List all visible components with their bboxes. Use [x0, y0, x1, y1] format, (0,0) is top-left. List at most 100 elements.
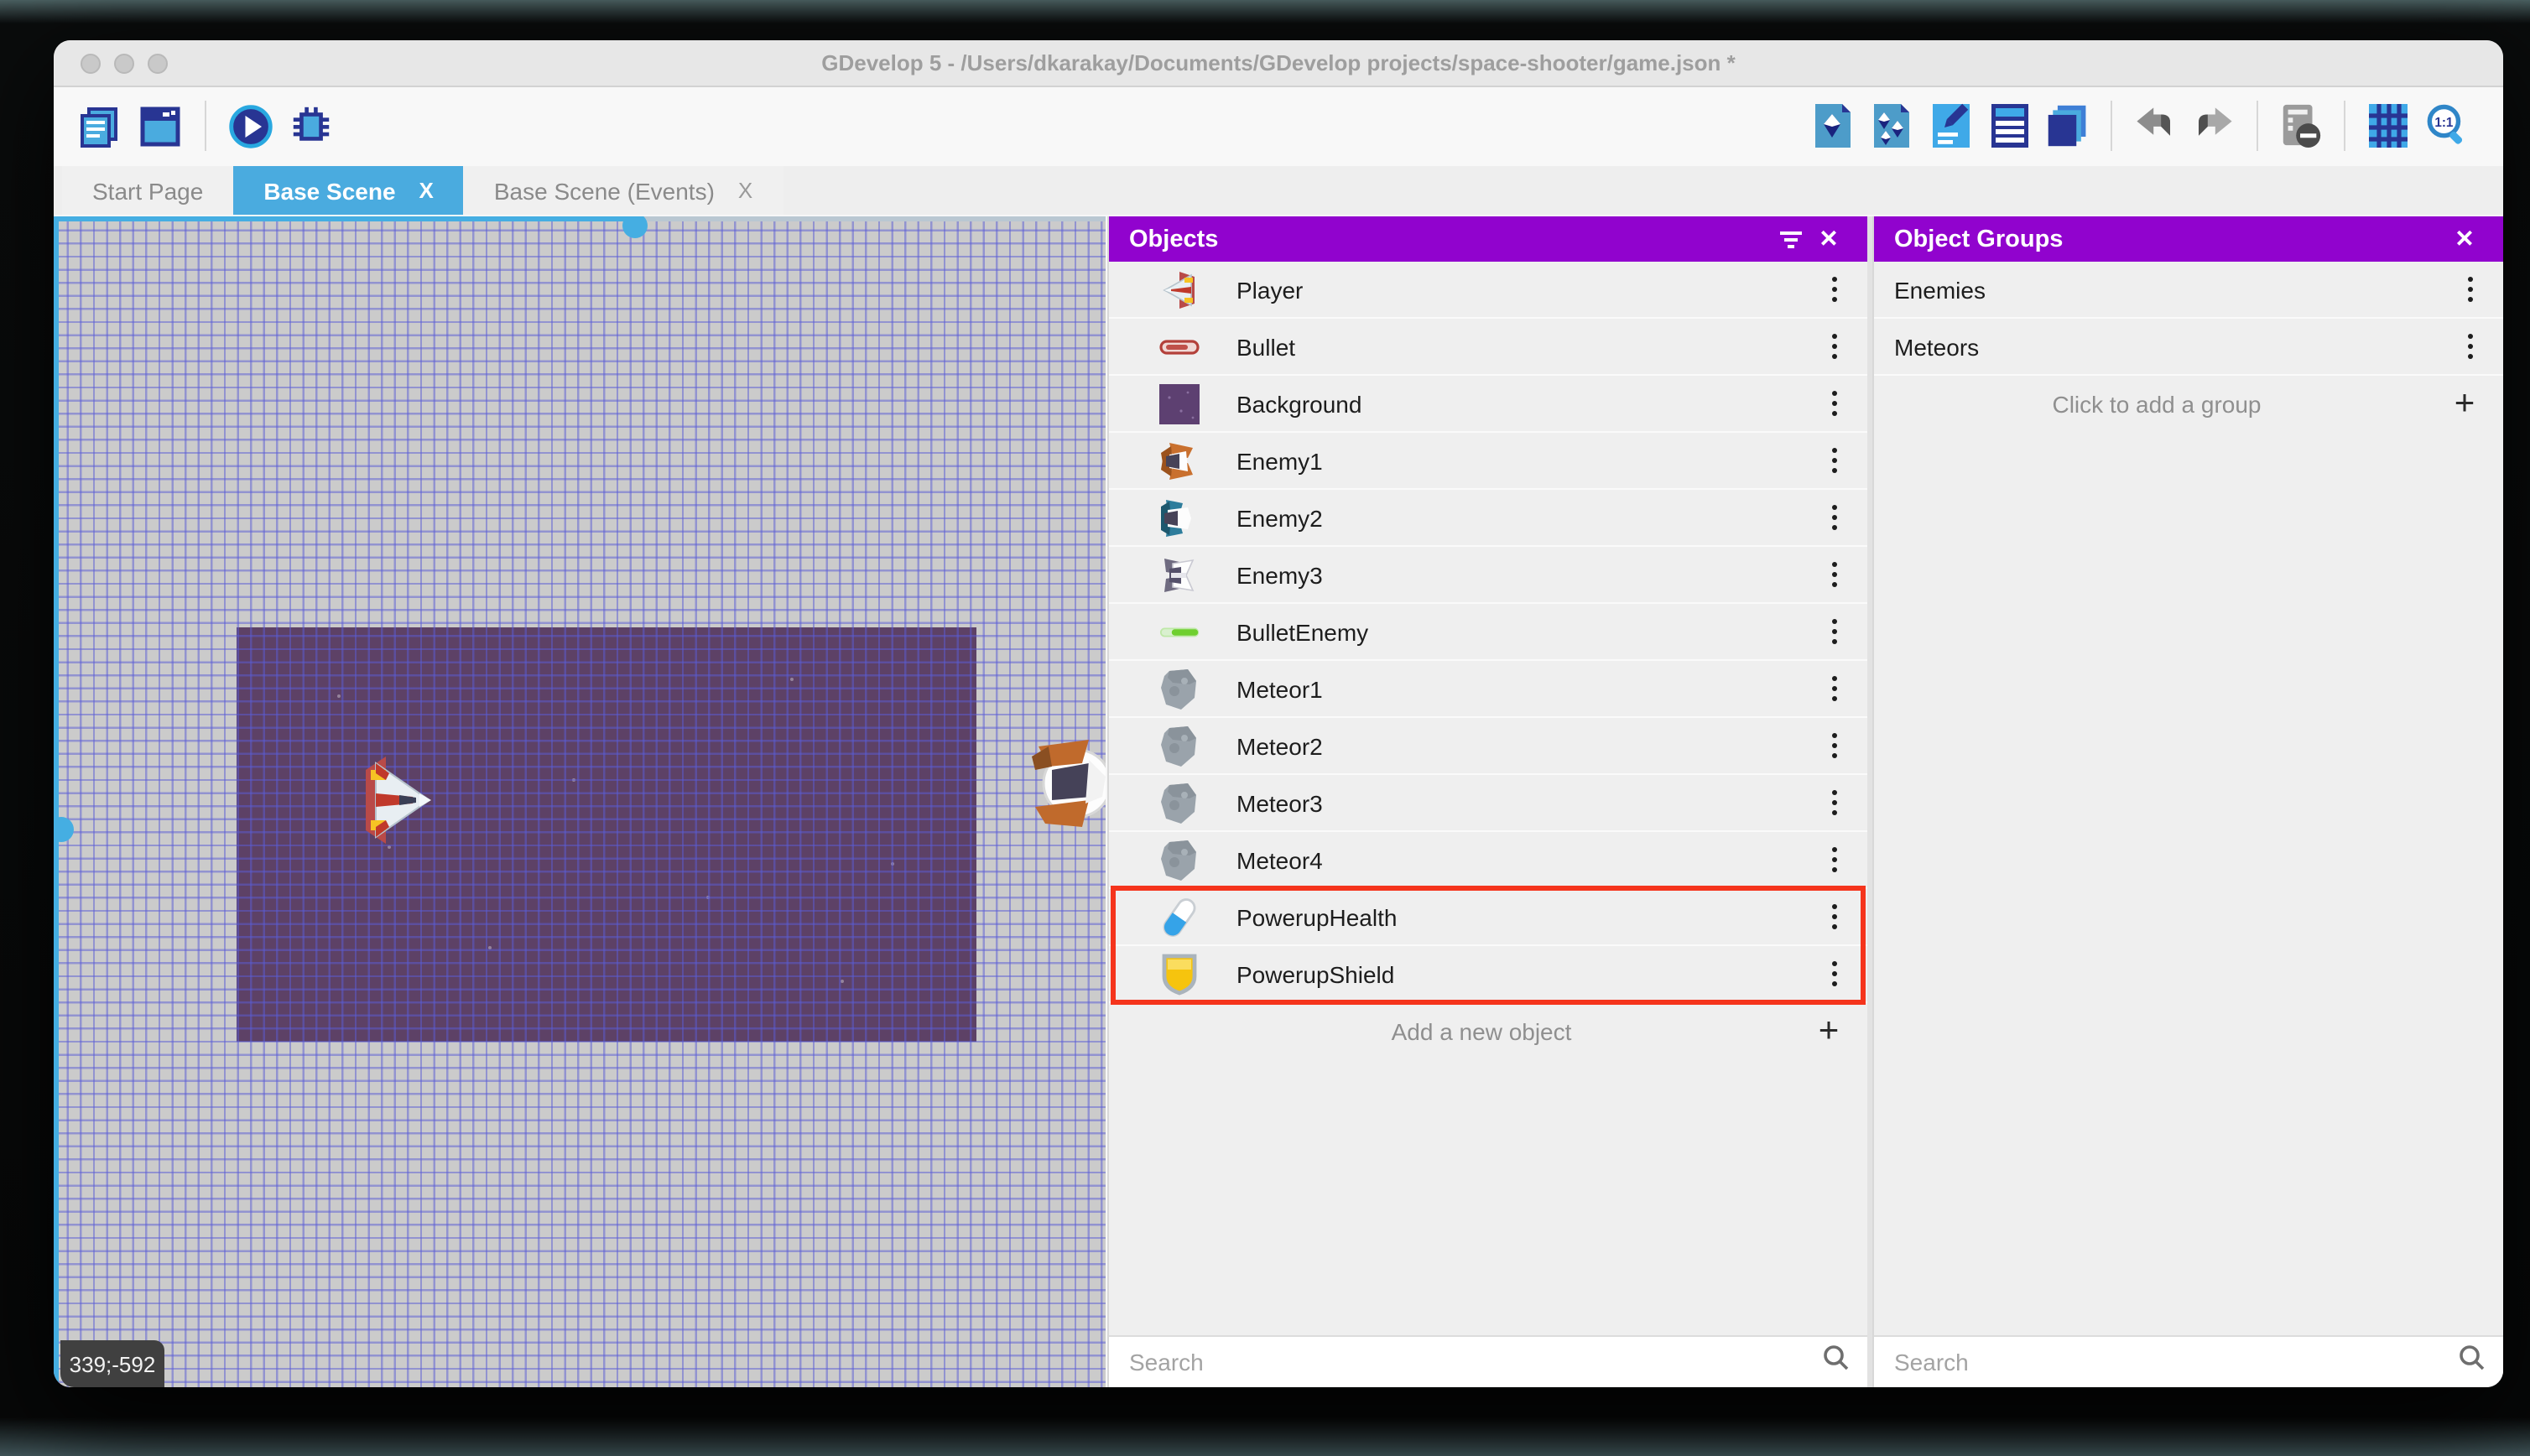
object-menu-icon[interactable] — [1825, 726, 1844, 765]
object-row-Background[interactable]: Background — [1109, 376, 1867, 433]
groups-searchbar — [1874, 1335, 2503, 1387]
toolbar-separator — [2344, 101, 2345, 151]
object-row-Meteor2[interactable]: Meteor2 — [1109, 718, 1867, 775]
cursor-coordinates-badge: 339;-592 — [60, 1340, 164, 1387]
meteor-icon — [1159, 781, 1200, 824]
object-row-Enemy2[interactable]: Enemy2 — [1109, 490, 1867, 547]
group-row-Enemies[interactable]: Enemies — [1874, 262, 2503, 319]
grid-icon[interactable] — [2366, 101, 2411, 151]
redo-icon[interactable] — [2191, 101, 2236, 151]
object-menu-icon[interactable] — [1825, 498, 1844, 537]
layers-icon[interactable] — [2045, 101, 2090, 151]
plus-icon: + — [2454, 384, 2475, 423]
object-menu-icon[interactable] — [1825, 555, 1844, 594]
add-group-button[interactable]: Click to add a group + — [1874, 376, 2503, 433]
desktop-backdrop: GDevelop 5 - /Users/dkarakay/Documents/G… — [0, 0, 2530, 1456]
tab-base-scene[interactable]: Base Scene X — [233, 166, 464, 215]
meteor-icon — [1159, 838, 1200, 881]
object-name: Enemy3 — [1236, 561, 1323, 588]
object-name: Bullet — [1236, 333, 1296, 360]
object-row-Enemy3[interactable]: Enemy3 — [1109, 547, 1867, 604]
project-manager-icon[interactable] — [77, 101, 122, 151]
object-menu-icon[interactable] — [1825, 327, 1844, 366]
object-row-Bullet[interactable]: Bullet — [1109, 319, 1867, 376]
undo-icon[interactable] — [2132, 101, 2178, 151]
add-object-button[interactable]: Add a new object + — [1109, 1003, 1867, 1060]
object-menu-icon[interactable] — [1825, 270, 1844, 309]
object-row-Player[interactable]: Player — [1109, 262, 1867, 319]
object-name: BulletEnemy — [1236, 618, 1369, 645]
objects-panel-title: Objects — [1129, 226, 1219, 252]
vscroll-knob[interactable] — [54, 817, 74, 842]
object-row-BulletEnemy[interactable]: BulletEnemy — [1109, 604, 1867, 661]
toolbar-separator — [205, 101, 206, 151]
debug-icon[interactable] — [289, 101, 334, 151]
object-name: Meteor3 — [1236, 789, 1323, 816]
close-tab-icon[interactable]: X — [738, 178, 752, 203]
title-bar: GDevelop 5 - /Users/dkarakay/Documents/G… — [54, 40, 2503, 87]
scene-canvas[interactable]: 339;-592 — [54, 216, 1106, 1387]
zoom-1-1-icon[interactable]: 1:1 — [2424, 101, 2470, 151]
scene-background-rect[interactable] — [237, 627, 976, 1042]
objects-search-input[interactable] — [1126, 1347, 1822, 1377]
properties-icon[interactable] — [1928, 101, 1973, 151]
objects-list-icon[interactable] — [1986, 101, 2032, 151]
close-panel-icon[interactable]: ✕ — [1810, 221, 1847, 257]
search-icon — [2458, 1344, 2486, 1381]
scene-objects-icon[interactable] — [1810, 101, 1856, 151]
tab-label: Start Page — [92, 177, 204, 204]
group-menu-icon[interactable] — [2461, 270, 2480, 309]
groups-search-input[interactable] — [1891, 1347, 2458, 1377]
object-row-PowerupHealth[interactable]: PowerupHealth — [1109, 889, 1867, 946]
toolbar-separator — [2257, 101, 2258, 151]
bullet-red-icon — [1159, 325, 1200, 368]
enemy-orange-icon — [1159, 439, 1200, 482]
filter-icon[interactable] — [1773, 221, 1810, 257]
object-menu-icon[interactable] — [1825, 441, 1844, 480]
group-menu-icon[interactable] — [2461, 327, 2480, 366]
preview-window-icon[interactable] — [138, 101, 183, 151]
horizontal-scrollbar[interactable] — [54, 216, 1106, 238]
enemy-ship-sprite[interactable] — [1032, 733, 1106, 837]
shield-icon — [1159, 952, 1200, 996]
object-menu-icon[interactable] — [1825, 612, 1844, 651]
object-menu-icon[interactable] — [1825, 954, 1844, 993]
object-row-Meteor4[interactable]: Meteor4 — [1109, 832, 1867, 889]
mask-toggle-icon[interactable] — [2278, 101, 2324, 151]
object-name: Enemy1 — [1236, 447, 1323, 474]
tab-start-page[interactable]: Start Page — [62, 166, 234, 215]
enemy-gray-icon — [1159, 553, 1200, 596]
meteor-icon — [1159, 724, 1200, 767]
plus-icon: + — [1818, 1011, 1840, 1050]
object-menu-icon[interactable] — [1825, 783, 1844, 822]
object-row-PowerupShield[interactable]: PowerupShield — [1109, 946, 1867, 1003]
groups-panel-title: Object Groups — [1894, 226, 2064, 252]
object-row-Enemy1[interactable]: Enemy1 — [1109, 433, 1867, 490]
tab-base-scene-events[interactable]: Base Scene (Events) X — [463, 166, 783, 215]
hscroll-knob[interactable] — [622, 216, 648, 238]
object-name: Meteor4 — [1236, 846, 1323, 873]
vertical-scrollbar[interactable] — [54, 216, 74, 1387]
object-name: Meteor2 — [1236, 732, 1323, 759]
window-title: GDevelop 5 - /Users/dkarakay/Documents/G… — [821, 50, 1736, 75]
objects-panel: Objects ✕ Player Bullet Background Enemy… — [1107, 216, 1867, 1387]
object-menu-icon[interactable] — [1825, 840, 1844, 879]
close-panel-icon[interactable]: ✕ — [2446, 221, 2483, 257]
player-ship-icon — [1159, 268, 1200, 311]
object-name: PowerupHealth — [1236, 903, 1398, 930]
object-row-Meteor3[interactable]: Meteor3 — [1109, 775, 1867, 832]
tab-label: Base Scene — [263, 177, 396, 204]
object-menu-icon[interactable] — [1825, 384, 1844, 423]
player-ship-sprite[interactable] — [362, 753, 433, 847]
object-menu-icon[interactable] — [1825, 897, 1844, 936]
object-name: PowerupShield — [1236, 960, 1395, 987]
group-name: Meteors — [1894, 333, 1980, 360]
object-row-Meteor1[interactable]: Meteor1 — [1109, 661, 1867, 718]
add-object-label: Add a new object — [1391, 1018, 1572, 1045]
object-menu-icon[interactable] — [1825, 669, 1844, 708]
instances-icon[interactable] — [1869, 101, 1914, 151]
pill-icon — [1159, 895, 1200, 939]
close-tab-icon[interactable]: X — [419, 178, 434, 203]
play-icon[interactable] — [228, 101, 273, 151]
group-row-Meteors[interactable]: Meteors — [1874, 319, 2503, 376]
